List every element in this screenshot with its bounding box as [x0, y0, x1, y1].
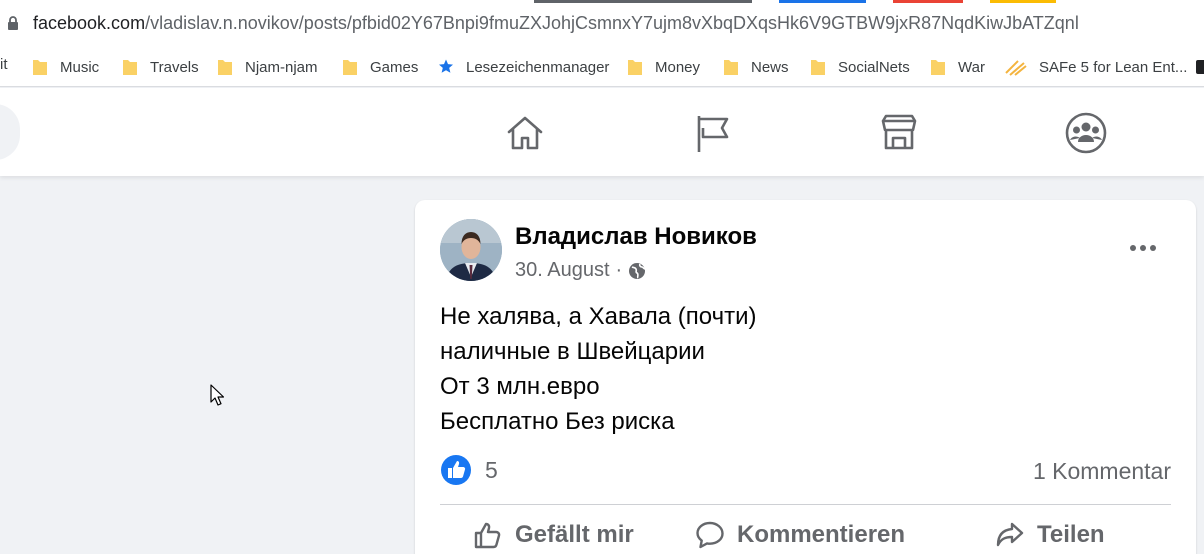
- comment-count[interactable]: 1 Kommentar: [1033, 458, 1171, 485]
- post-meta: 30. August ·: [515, 259, 646, 282]
- folder-icon: [123, 60, 137, 75]
- post-author[interactable]: Владислав Новиков: [515, 223, 757, 251]
- bookmark-label: Music: [60, 58, 100, 76]
- bookmarks-bar: it Music Travels Njam-njam Games Lesezei…: [0, 48, 1204, 87]
- bookmark-label: Lesezeichenmanager: [466, 58, 610, 76]
- reactions-summary[interactable]: 5: [440, 454, 498, 486]
- pages-flag-icon[interactable]: [691, 111, 735, 155]
- thumbs-up-icon: [474, 522, 501, 549]
- browser-address-bar[interactable]: facebook.com/vladislav.n.novikov/posts/p…: [0, 0, 1204, 48]
- meta-separator: ·: [615, 259, 623, 281]
- facebook-header: [0, 88, 1204, 176]
- globe-icon[interactable]: [628, 262, 646, 280]
- lock-icon: [8, 16, 18, 30]
- bookmark-njam-njam[interactable]: Njam-njam: [217, 56, 318, 78]
- post-date[interactable]: 30. August: [515, 259, 610, 282]
- marketplace-icon[interactable]: [877, 111, 921, 155]
- bookmark-safe[interactable]: SAFe 5 for Lean Ent...: [1005, 56, 1187, 78]
- url-text[interactable]: facebook.com/vladislav.n.novikov/posts/p…: [33, 13, 1079, 34]
- bookmark-label: Games: [370, 58, 419, 76]
- folder-icon: [628, 60, 642, 75]
- mouse-cursor-icon: [210, 384, 224, 406]
- star-icon: [439, 59, 453, 73]
- bookmark-label: Njam-njam: [245, 58, 318, 76]
- bookmark-war[interactable]: War: [930, 56, 985, 78]
- folder-icon: [218, 60, 232, 75]
- bookmark-truncated[interactable]: it: [0, 56, 8, 73]
- search-box[interactable]: [0, 104, 20, 160]
- post-line: наличные в Швейцарии: [440, 338, 705, 365]
- bookmark-lesezeichenmanager[interactable]: Lesezeichenmanager: [438, 56, 609, 78]
- ellipsis-icon: [1130, 245, 1156, 251]
- comment-icon: [696, 521, 724, 549]
- folder-icon: [33, 60, 47, 75]
- like-label: Gefällt mir: [515, 521, 634, 548]
- comment-label: Kommentieren: [737, 521, 906, 548]
- divider: [440, 504, 1171, 505]
- bookmark-music[interactable]: Music: [32, 56, 99, 78]
- like-button[interactable]: Gefällt mir: [473, 520, 634, 550]
- more-options-button[interactable]: [1121, 230, 1165, 266]
- bookmark-travels[interactable]: Travels: [122, 56, 199, 78]
- post-line: Бесплатно Без риска: [440, 408, 675, 435]
- bookmark-games[interactable]: Games: [342, 56, 418, 78]
- bookmark-label: SocialNets: [838, 58, 910, 76]
- post-text: Не халява, а Хавала (почти) наличные в Ш…: [440, 299, 757, 439]
- share-label: Teilen: [1037, 521, 1105, 548]
- author-photo: [440, 219, 502, 281]
- bookmark-money[interactable]: Money: [627, 56, 700, 78]
- bookmark-overflow-icon[interactable]: [1194, 57, 1204, 77]
- like-reaction-icon: [441, 455, 471, 485]
- tab-strip-edge: [0, 0, 1204, 3]
- home-icon[interactable]: [503, 111, 547, 155]
- reaction-count: 5: [485, 456, 498, 483]
- folder-icon: [931, 60, 945, 75]
- folder-icon: [811, 60, 825, 75]
- groups-icon[interactable]: [1064, 111, 1108, 155]
- safe-logo-icon: [1005, 60, 1027, 76]
- share-button[interactable]: Teilen: [995, 520, 1105, 550]
- post-line: От 3 млн.евро: [440, 373, 600, 400]
- bookmark-label: Money: [655, 58, 701, 76]
- bookmark-label: Travels: [150, 58, 199, 76]
- folder-icon: [724, 60, 738, 75]
- post-line: Не халява, а Хавала (почти): [440, 303, 757, 330]
- folder-icon: [343, 60, 357, 75]
- bookmark-socialnets[interactable]: SocialNets: [810, 56, 910, 78]
- bookmark-news[interactable]: News: [723, 56, 789, 78]
- bookmark-label: News: [751, 58, 789, 76]
- avatar[interactable]: [440, 219, 502, 281]
- comment-button[interactable]: Kommentieren: [695, 520, 905, 550]
- post-card: Владислав Новиков 30. August · Не халява…: [415, 200, 1196, 554]
- bookmark-label: War: [958, 58, 985, 76]
- share-icon: [996, 522, 1024, 547]
- bookmark-label: SAFe 5 for Lean Ent...: [1039, 58, 1188, 76]
